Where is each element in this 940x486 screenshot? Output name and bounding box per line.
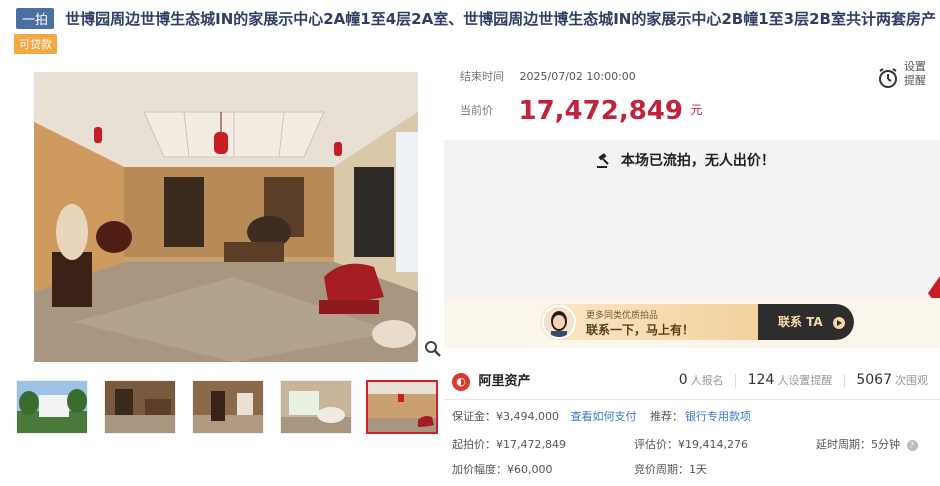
- how-to-pay-link[interactable]: 查看如何支付: [570, 410, 636, 423]
- end-time-label: 结束时间: [460, 70, 504, 83]
- alarm-clock-icon: [879, 68, 897, 88]
- deposit-row: 保证金：¥3,494,000 查看如何支付 推荐： 银行专用款项: [452, 408, 751, 424]
- banner-headline: 联系一下，马上有！: [586, 323, 695, 337]
- divider: [843, 374, 845, 388]
- ali-logo-icon: ◐: [452, 372, 470, 391]
- contact-agent-label: 联系 TA: [778, 315, 823, 329]
- banner-subtitle: 更多同类优质拍品: [586, 311, 659, 321]
- end-time-row: 结束时间 2025/07/02 10:00:00: [460, 68, 636, 84]
- delay-period-row: 延时周期：5分钟 ?: [816, 436, 918, 452]
- start-price: 起拍价：¥17,472,849: [452, 438, 566, 451]
- view-count: 5067: [856, 372, 892, 388]
- agent-avatar: [542, 305, 576, 339]
- end-time-value: 2025/07/02 10:00:00: [519, 70, 636, 83]
- bid-increment: 加价幅度：¥60,000: [452, 463, 553, 476]
- ali-assets-logo[interactable]: ◐ 阿里资产: [452, 370, 531, 391]
- deposit-value: 保证金：¥3,494,000: [452, 410, 559, 423]
- bid-period: 竞价周期：1天: [634, 463, 707, 476]
- current-price-value: 17,472,849: [518, 96, 683, 126]
- main-photo[interactable]: [34, 72, 418, 362]
- auction-status-area: 本场已流拍，无人出价！: [444, 140, 940, 310]
- thumbnail-4[interactable]: [280, 380, 352, 434]
- current-price-row: 当前价 17,472,849 元: [460, 96, 703, 126]
- signup-label: 人报名: [690, 374, 724, 387]
- set-reminder-button[interactable]: 设置提醒: [876, 60, 936, 94]
- thumbnail-2[interactable]: [104, 380, 176, 434]
- loan-badge: 可贷款: [14, 34, 57, 54]
- view-count-label: 次围观: [895, 374, 928, 387]
- signup-count: 0: [678, 372, 688, 388]
- gavel-icon: [597, 153, 609, 168]
- reminder-count: 124: [747, 372, 775, 388]
- thumbnail-5-selected[interactable]: [366, 380, 438, 434]
- contact-agent-button[interactable]: 联系 TA: [758, 304, 854, 340]
- auction-status-text: 本场已流拍，无人出价！: [620, 153, 775, 169]
- bank-payment-link[interactable]: 银行专用款项: [685, 410, 751, 423]
- recommend-label: 推荐：: [649, 410, 683, 423]
- current-price-label: 当前价: [460, 104, 493, 117]
- reminder-count-label: 人设置提醒: [777, 374, 833, 387]
- listing-title: 世博园周边世博生态城IN的家展示中心2A幢1至4层2A室、世博园周边世博生态城I…: [65, 10, 936, 28]
- platform-stats-row: ◐ 阿里资产 0 人报名 124 人设置提醒 5067 次围观: [444, 362, 940, 400]
- current-price-unit: 元: [690, 103, 703, 117]
- delay-period: 延时周期：5分钟: [816, 438, 900, 451]
- thumbnail-1[interactable]: [16, 380, 88, 434]
- thumbnail-3[interactable]: [192, 380, 264, 434]
- divider: [735, 374, 737, 388]
- thumbnail-strip: [16, 380, 446, 436]
- arrow-right-icon: [832, 316, 845, 329]
- auction-stats: 0 人报名 124 人设置提醒 5067 次围观: [679, 372, 928, 388]
- auction-status: 本场已流拍，无人出价！: [596, 150, 775, 170]
- contact-banner: 更多同类优质拍品 联系一下，马上有！ 联系 TA: [444, 298, 940, 348]
- appraisal-price: 评估价：¥19,414,276: [634, 438, 748, 451]
- auction-round-tag: 一拍: [16, 8, 55, 29]
- magnifier-icon[interactable]: [424, 340, 442, 358]
- listing-title-row: 一拍 世博园周边世博生态城IN的家展示中心2A幢1至4层2A室、世博园周边世博生…: [16, 8, 940, 30]
- question-icon[interactable]: ?: [906, 439, 918, 451]
- set-reminder-label: 设置提醒: [904, 60, 926, 87]
- platform-name: 阿里资产: [478, 374, 531, 389]
- contact-banner-card[interactable]: 更多同类优质拍品 联系一下，马上有！ 联系 TA: [540, 304, 854, 340]
